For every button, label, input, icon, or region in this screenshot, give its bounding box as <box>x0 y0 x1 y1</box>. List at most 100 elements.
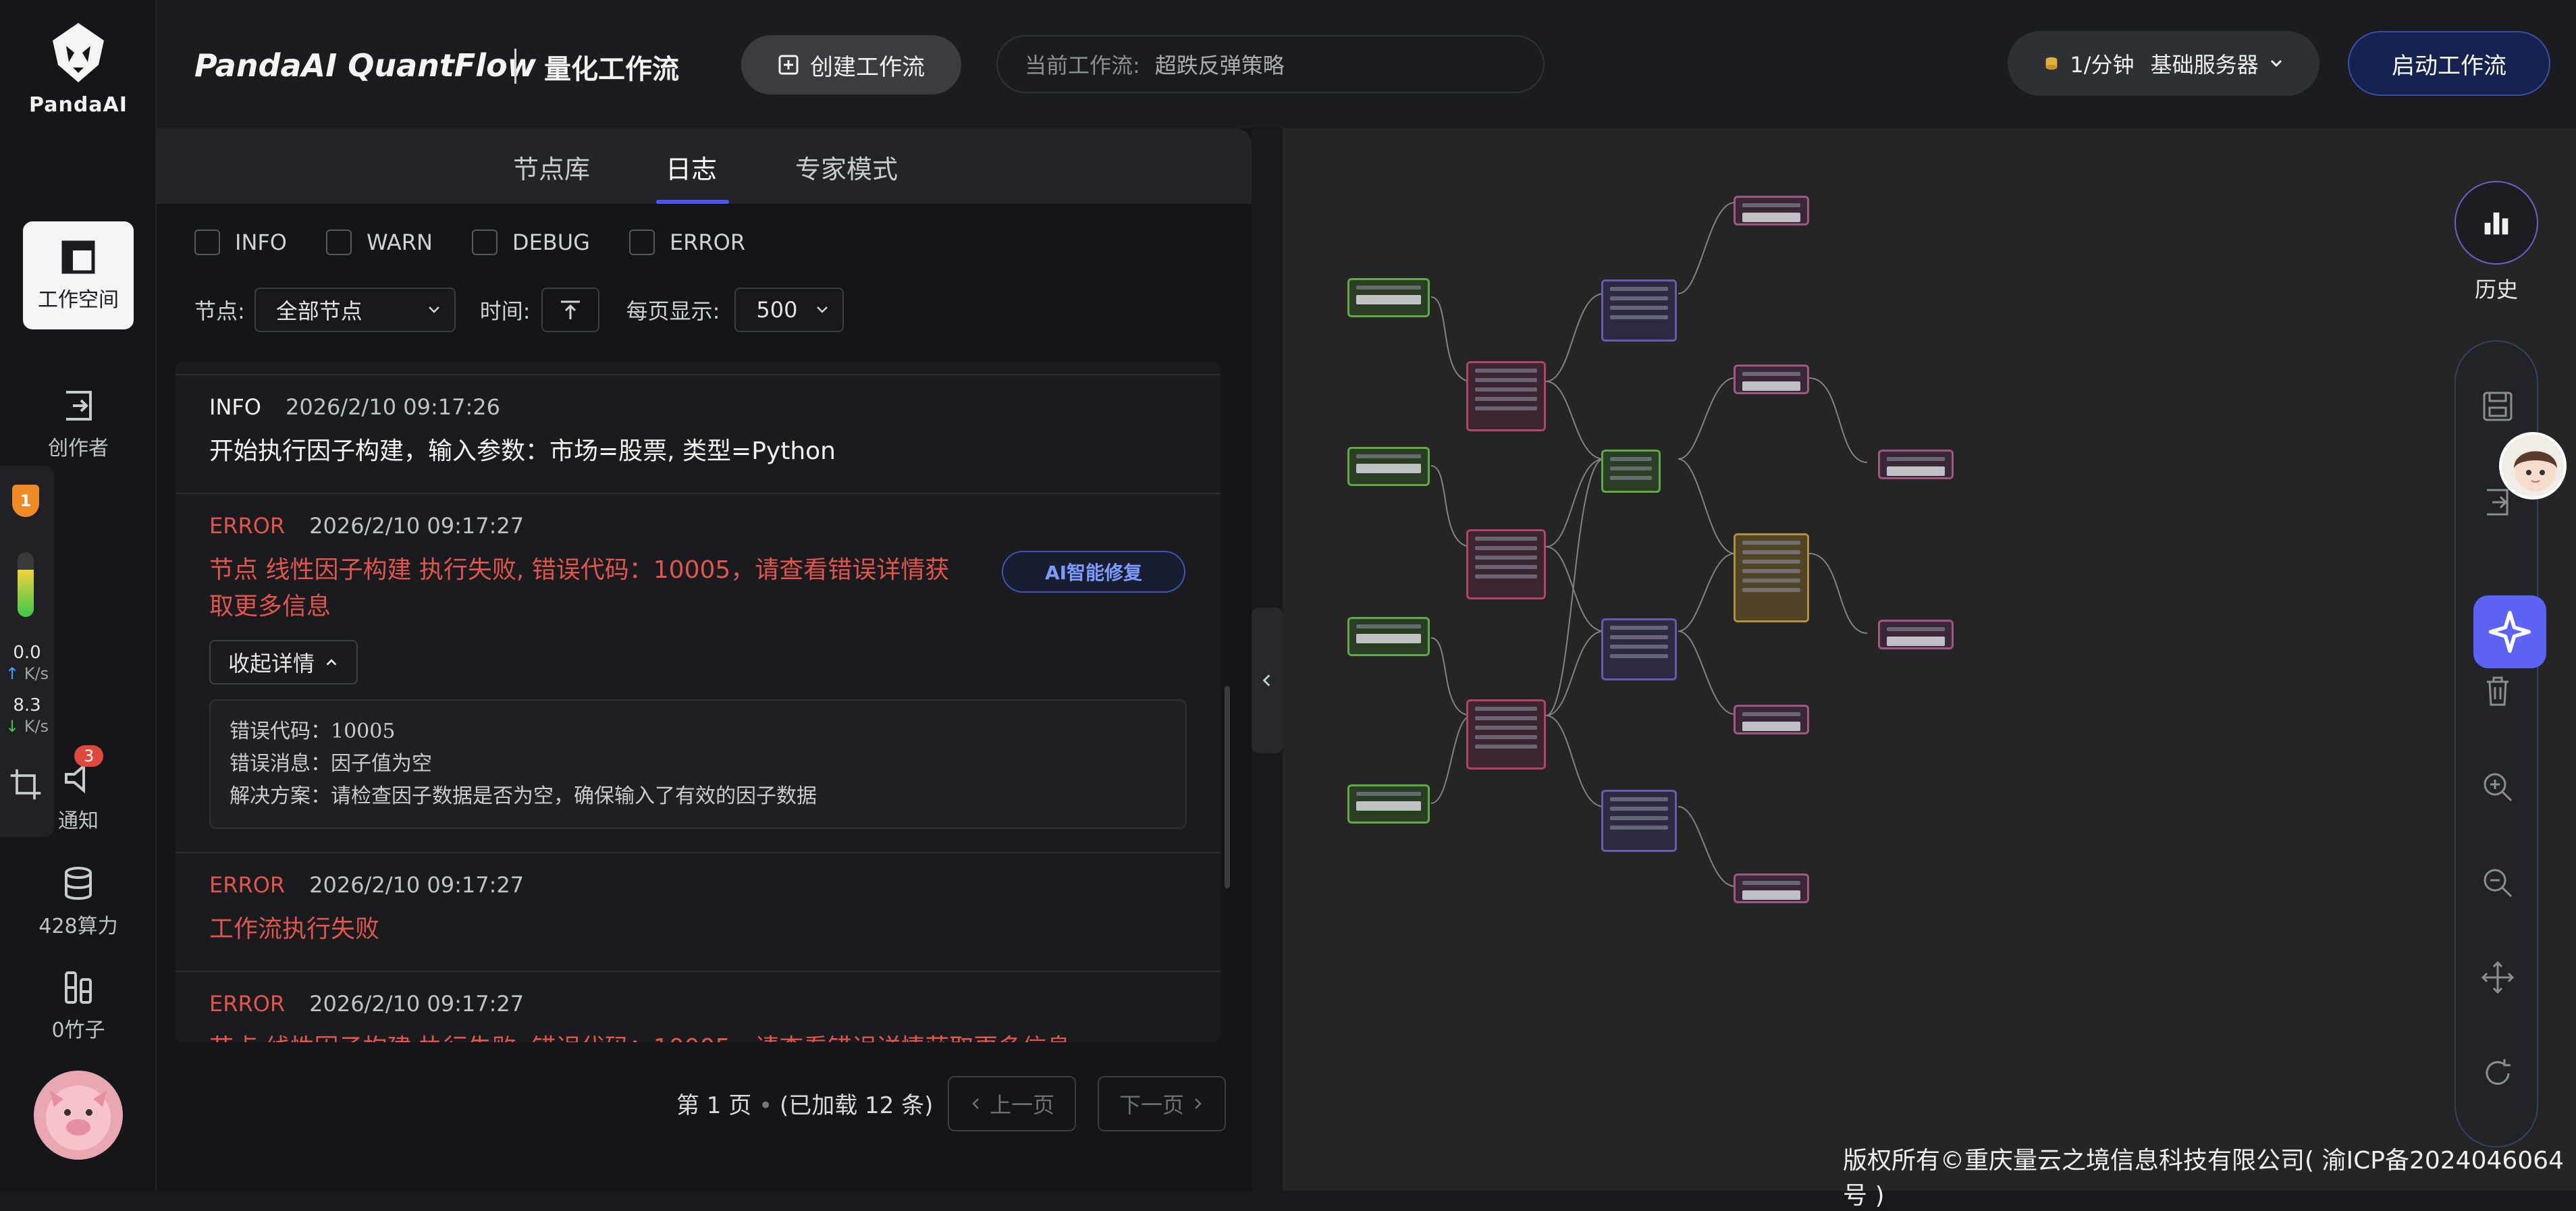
brand-subtitle: 量化工作流 <box>544 54 679 85</box>
page-size-label: 每页显示: <box>626 298 720 324</box>
chevron-down-icon <box>817 306 828 313</box>
tab-expert-mode[interactable]: 专家模式 <box>795 149 898 186</box>
filter-warn-checkbox[interactable]: WARN <box>325 230 433 255</box>
plus-square-icon <box>778 55 799 75</box>
nav-workspace[interactable]: 工作空间 <box>23 221 134 329</box>
next-page-label: 下一页 <box>1119 1092 1184 1118</box>
linear-factor-node[interactable] <box>1466 699 1546 770</box>
log-list[interactable]: INFO 2026/2/10 09:17:26 开始执行因子构建，输入参数：市场=… <box>176 362 1220 1042</box>
filter-label: WARN <box>366 230 433 255</box>
log-entry: INFO 2026/2/10 09:17:26 开始执行因子构建，输入参数：市场=… <box>176 375 1220 494</box>
backtest-node[interactable] <box>1734 533 1809 622</box>
trash-icon[interactable] <box>2480 674 2515 709</box>
linear-factor-node[interactable] <box>1466 361 1546 431</box>
server-select[interactable]: 1/分钟 基础服务器 <box>2008 31 2319 96</box>
log-message: 节点 线性因子构建 执行失败, 错误代码：10005，请查看错误详情获取更多信息 <box>209 1030 1187 1042</box>
factor-chart-node[interactable] <box>1734 705 1809 734</box>
node-filter-label: 节点: <box>194 298 245 324</box>
node-select-value: 全部节点 <box>275 298 363 324</box>
bamboo-icon <box>65 971 92 1004</box>
chevron-right-icon <box>1195 1098 1202 1109</box>
node-select[interactable]: 全部节点 <box>254 288 456 332</box>
log-time: 2026/2/10 09:17:27 <box>309 991 525 1017</box>
nav-creator[interactable]: 创作者 <box>23 370 134 478</box>
next-page-button[interactable]: 下一页 <box>1098 1076 1226 1131</box>
current-workflow-label: 当前工作流: <box>1025 53 1140 78</box>
python-factor-node[interactable] <box>1347 784 1430 824</box>
crop-icon[interactable] <box>8 767 43 802</box>
log-level: INFO <box>209 394 261 420</box>
loaded-count: (已加载 12 条) <box>779 1092 934 1119</box>
assistant-avatar[interactable] <box>2499 432 2567 500</box>
log-level: ERROR <box>209 872 286 898</box>
result-node[interactable] <box>1878 620 1954 649</box>
nav-label: 428算力 <box>38 915 118 938</box>
ai-assistant-button[interactable] <box>2473 595 2546 668</box>
python-factor-node[interactable] <box>1347 617 1430 656</box>
python-factor-node[interactable] <box>1347 278 1430 317</box>
active-tab-indicator <box>656 200 729 204</box>
log-message: 工作流执行失败 <box>209 915 380 943</box>
filter-error-checkbox[interactable]: ERROR <box>628 230 746 255</box>
factor-analysis-node[interactable] <box>1601 790 1677 852</box>
brand-name: PandaAI <box>29 93 128 117</box>
page-size-select[interactable]: 500 <box>734 288 844 332</box>
nav-label: 创作者 <box>48 437 109 460</box>
user-avatar[interactable] <box>34 1071 123 1160</box>
refresh-icon[interactable] <box>2480 1056 2515 1091</box>
time-sort-button[interactable] <box>541 288 599 332</box>
nav-label: 工作空间 <box>38 288 119 312</box>
shield-icon: 1 <box>12 485 39 517</box>
prev-page-button[interactable]: 上一页 <box>948 1076 1076 1131</box>
tab-node-library[interactable]: 节点库 <box>513 149 590 186</box>
layout-icon <box>61 240 95 274</box>
result-node[interactable] <box>1878 450 1954 479</box>
start-workflow-button[interactable]: 启动工作流 <box>2348 31 2550 96</box>
nav-label: 0竹子 <box>51 1019 105 1042</box>
nav-compute[interactable]: 428算力 <box>23 848 134 956</box>
log-time: 2026/2/10 09:17:27 <box>309 872 525 898</box>
zoom-out-icon[interactable] <box>2480 865 2515 900</box>
log-entry: ERROR 2026/2/10 09:17:27 工作流执行失败 <box>176 853 1220 972</box>
pagination: 第 1 页 • (已加载 12 条) 上一页 下一页 <box>157 1065 1252 1133</box>
create-workflow-button[interactable]: 创建工作流 <box>741 35 961 95</box>
collapse-details-button[interactable]: 收起详情 <box>209 640 358 684</box>
save-icon[interactable] <box>2480 389 2515 424</box>
factor-analysis-node[interactable] <box>1601 279 1677 342</box>
ai-fix-button[interactable]: AI智能修复 <box>1002 551 1185 593</box>
workflow-canvas[interactable] <box>1283 128 2576 1191</box>
network-monitor[interactable]: 1 0.0 ↑ K/s 8.3 ↓ K/s <box>0 466 54 837</box>
history-button[interactable] <box>2454 181 2538 265</box>
error-solution-line: 解决方案：请检查因子数据是否为空，确保输入了有效的因子数据 <box>230 784 817 808</box>
node-connections <box>1430 202 1868 887</box>
server-name: 基础服务器 <box>2150 52 2259 78</box>
filter-info-checkbox[interactable]: INFO <box>194 230 287 255</box>
nav-bamboo[interactable]: 0竹子 <box>23 952 134 1060</box>
linear-factor-node[interactable] <box>1466 529 1546 599</box>
python-factor-node[interactable] <box>1347 447 1430 486</box>
tab-logs[interactable]: 日志 <box>666 149 717 186</box>
panel-collapse-handle[interactable] <box>1252 608 1283 753</box>
move-icon[interactable] <box>2480 960 2515 995</box>
chevron-down-icon <box>428 306 439 313</box>
factor-merge-node[interactable] <box>1601 450 1661 493</box>
filter-label: ERROR <box>669 230 746 255</box>
log-panel: 节点库 日志 专家模式 INFO WARN DEBUG ERROR 节点: 全部… <box>157 128 1252 1191</box>
log-time: 2026/2/10 09:17:26 <box>285 394 500 420</box>
filter-debug-checkbox[interactable]: DEBUG <box>471 230 590 255</box>
error-code-line: 错误代码：10005 <box>230 720 396 743</box>
upload-speed: 0.0 <box>13 643 41 663</box>
server-rate: 1/分钟 <box>2070 52 2135 78</box>
shield-number: 1 <box>20 491 32 510</box>
factor-chart-node[interactable] <box>1734 365 1809 394</box>
zoom-in-icon[interactable] <box>2480 770 2515 805</box>
nav-label: 通知 <box>58 809 99 833</box>
factor-analysis-node[interactable] <box>1601 618 1677 680</box>
download-speed: 8.3 <box>13 695 41 716</box>
log-scrollbar[interactable] <box>1225 686 1230 888</box>
collapse-details-label: 收起详情 <box>228 651 315 676</box>
current-workflow-field[interactable]: 当前工作流: 超跌反弹策略 <box>996 35 1545 93</box>
factor-chart-node[interactable] <box>1734 196 1809 225</box>
factor-chart-node[interactable] <box>1734 873 1809 903</box>
logo[interactable]: PandaAI <box>0 20 157 117</box>
